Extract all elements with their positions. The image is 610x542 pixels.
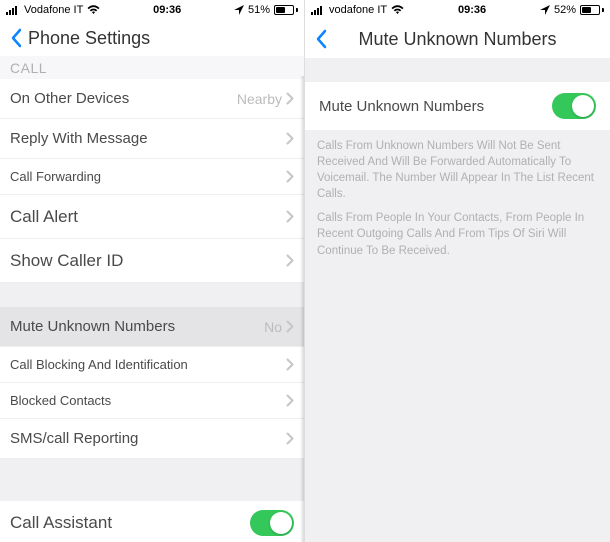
battery-pct: 52%	[554, 4, 576, 16]
chevron-right-icon	[286, 254, 294, 267]
page-title: Mute Unknown Numbers	[358, 29, 556, 50]
signal-icon	[311, 5, 325, 15]
row-label: Call Assistant	[10, 513, 250, 533]
row-call-alert[interactable]: Call Alert	[0, 195, 304, 239]
battery-icon	[580, 5, 604, 15]
location-icon	[234, 5, 244, 15]
row-blocked-contacts[interactable]: Blocked Contacts	[0, 383, 304, 419]
chevron-right-icon	[286, 92, 294, 105]
row-label: Mute Unknown Numbers	[10, 318, 264, 335]
carrier-label: Vodafone IT	[24, 4, 83, 16]
row-label: On Other Devices	[10, 90, 237, 107]
row-mute-unknown-toggle[interactable]: Mute Unknown Numbers	[305, 82, 610, 130]
row-label: Call Blocking And Identification	[10, 357, 286, 372]
chevron-right-icon	[286, 170, 294, 183]
mute-unknown-toggle[interactable]	[552, 93, 596, 119]
row-label: Mute Unknown Numbers	[319, 98, 552, 115]
battery-fill	[276, 7, 285, 13]
status-bar: vodafone IT 09:36 52%	[305, 0, 610, 20]
row-call-blocking[interactable]: Call Blocking And Identification	[0, 347, 304, 383]
status-time: 09:36	[100, 4, 234, 16]
wifi-icon	[87, 5, 100, 15]
mute-unknown-desc-2: Calls From People In Your Contacts, From…	[305, 210, 610, 266]
nav-bar: Phone Settings	[0, 20, 304, 56]
phone-settings-screen: Vodafone IT 09:36 51% Phone Settings CAL…	[0, 0, 305, 542]
row-mute-unknown-numbers[interactable]: Mute Unknown Numbers No	[0, 307, 304, 347]
chevron-right-icon	[286, 432, 294, 445]
mute-unknown-desc-1: Calls From Unknown Numbers Will Not Be S…	[305, 130, 610, 210]
nav-bar: Mute Unknown Numbers	[305, 20, 610, 58]
spacer	[305, 58, 610, 82]
section-label-call: CALL	[0, 56, 304, 79]
row-label: Reply With Message	[10, 130, 286, 147]
chevron-right-icon	[286, 358, 294, 371]
signal-icon	[6, 5, 20, 15]
row-value: Nearby	[237, 91, 282, 107]
chevron-right-icon	[286, 210, 294, 223]
spacer	[0, 459, 304, 501]
location-icon	[540, 5, 550, 15]
mute-unknown-screen: vodafone IT 09:36 52% Mute Unknown Numbe…	[305, 0, 610, 542]
back-button[interactable]	[309, 27, 333, 51]
spacer	[0, 283, 304, 307]
row-label: Call Forwarding	[10, 169, 286, 184]
row-label: Blocked Contacts	[10, 393, 286, 408]
status-time: 09:36	[404, 4, 540, 16]
row-label: Call Alert	[10, 207, 286, 227]
battery-pct: 51%	[248, 4, 270, 16]
row-sms-call-reporting[interactable]: SMS/call Reporting	[0, 419, 304, 459]
wifi-icon	[391, 5, 404, 15]
status-bar: Vodafone IT 09:36 51%	[0, 0, 304, 20]
call-assistant-toggle[interactable]	[250, 510, 294, 536]
page-title: Phone Settings	[28, 28, 150, 49]
battery-fill	[582, 7, 591, 13]
row-value: No	[264, 319, 282, 335]
carrier-label: vodafone IT	[329, 4, 387, 16]
row-label: SMS/call Reporting	[10, 430, 286, 447]
row-on-other-devices[interactable]: On Other Devices Nearby	[0, 79, 304, 119]
row-label: Show Caller ID	[10, 251, 286, 271]
chevron-right-icon	[286, 132, 294, 145]
row-reply-with-message[interactable]: Reply With Message	[0, 119, 304, 159]
chevron-right-icon	[286, 320, 294, 333]
battery-icon	[274, 5, 298, 15]
row-call-assistant[interactable]: Call Assistant	[0, 501, 304, 542]
chevron-right-icon	[286, 394, 294, 407]
row-show-caller-id[interactable]: Show Caller ID	[0, 239, 304, 283]
row-call-forwarding[interactable]: Call Forwarding	[0, 159, 304, 195]
back-button[interactable]	[4, 26, 28, 50]
